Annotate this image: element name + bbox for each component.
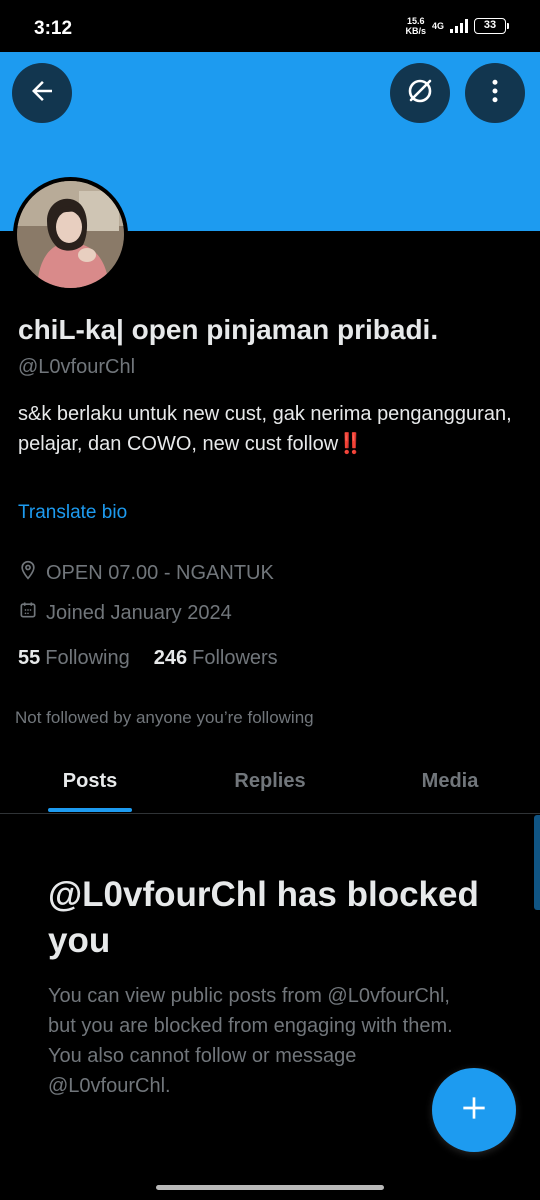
follow-stats: 55 Following 246 Followers <box>18 647 278 670</box>
location-text: OPEN 07.00 - NGANTUK <box>46 561 274 584</box>
profile-location: OPEN 07.00 - NGANTUK <box>18 560 274 586</box>
followers-count: 246 <box>153 647 188 669</box>
profile-bio: s&k berlaku untuk new cust, gak nerima p… <box>18 399 518 459</box>
network-speed-unit: KB/s <box>405 26 426 36</box>
more-options-button[interactable] <box>465 63 525 123</box>
not-followed-notice: Not followed by anyone you’re following <box>15 708 314 727</box>
joined-text: Joined January 2024 <box>46 601 232 624</box>
following-label: Following <box>45 647 130 669</box>
network-speed: 15.6 KB/s <box>405 16 426 36</box>
followers-label: Followers <box>192 647 278 669</box>
more-vertical-icon <box>480 76 510 111</box>
tab-posts[interactable]: Posts <box>0 770 180 793</box>
network-speed-value: 15.6 <box>406 16 425 26</box>
back-button[interactable] <box>12 63 72 123</box>
translate-bio-link[interactable]: Translate bio <box>18 502 127 524</box>
tab-replies[interactable]: Replies <box>180 770 360 793</box>
signal-icon <box>450 19 468 33</box>
followers-link[interactable]: 246 Followers <box>154 647 278 670</box>
grok-button[interactable] <box>390 63 450 123</box>
following-count: 55 <box>18 647 41 669</box>
blocked-title: @L0vfourChl has blocked you <box>48 875 479 960</box>
network-type: 4G <box>431 21 444 31</box>
calendar-icon <box>18 600 38 626</box>
bio-text: s&k berlaku untuk new cust, gak nerima p… <box>18 403 512 455</box>
arrow-left-icon <box>27 76 57 111</box>
following-link[interactable]: 55 Following <box>18 647 130 670</box>
profile-handle: @L0vfourChl <box>18 356 136 378</box>
blocked-description: You can view public posts from @L0vfourC… <box>48 985 453 1097</box>
active-tab-indicator <box>48 808 132 812</box>
scrollbar[interactable] <box>534 815 540 910</box>
grok-icon <box>404 75 436 112</box>
battery-icon: 33 <box>474 18 509 34</box>
home-indicator[interactable] <box>156 1185 384 1190</box>
plus-icon <box>458 1092 490 1129</box>
status-time: 3:12 <box>34 18 73 39</box>
tab-media[interactable]: Media <box>360 770 540 793</box>
status-bar: 3:12 15.6 KB/s 4G 33 <box>0 0 540 52</box>
bio-emoji: ‼️ <box>338 433 364 455</box>
display-name: chiL-ka| open pinjaman pribadi. <box>18 314 439 345</box>
profile-joined: Joined January 2024 <box>18 600 232 626</box>
status-indicators: 15.6 KB/s 4G 33 <box>405 16 509 36</box>
profile-tabs: Posts Replies Media <box>0 752 540 814</box>
avatar[interactable] <box>13 177 128 292</box>
compose-button[interactable] <box>432 1068 516 1152</box>
location-pin-icon <box>18 560 38 586</box>
